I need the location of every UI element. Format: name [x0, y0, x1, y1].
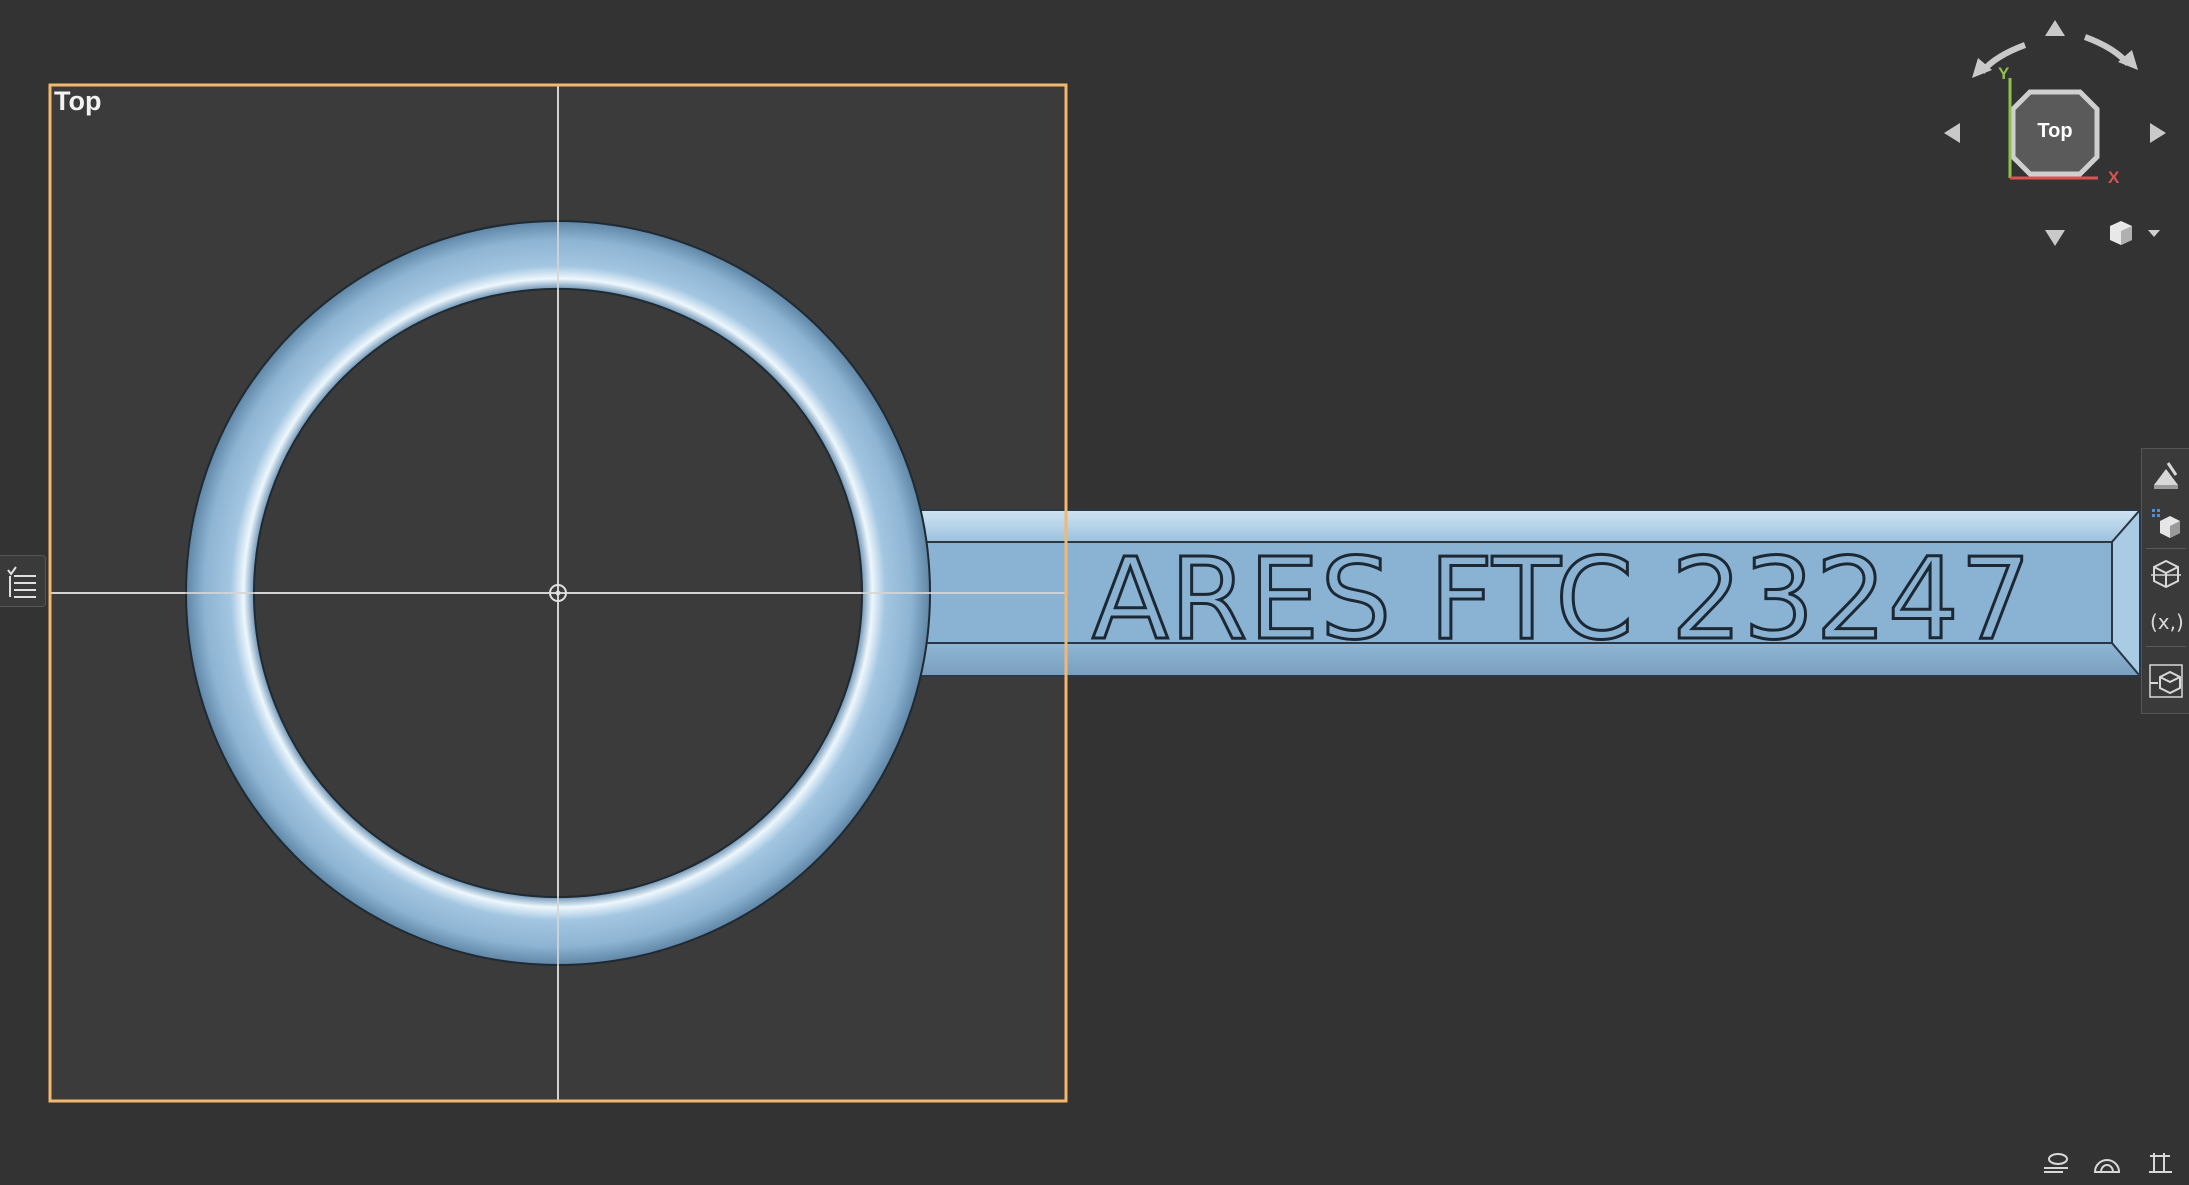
render-style-button[interactable] — [2146, 455, 2186, 495]
view-cube-menu-icon — [2110, 221, 2160, 245]
scene-tree-toggle-button[interactable] — [0, 555, 46, 607]
view-orientation-button[interactable] — [2146, 661, 2186, 701]
render-style-icon — [2154, 462, 2178, 489]
axis-y-label: Y — [1998, 64, 2010, 83]
section-view-button[interactable] — [2146, 553, 2186, 593]
grid-snap-button[interactable] — [2041, 1150, 2071, 1176]
axis-x-label: X — [2108, 168, 2120, 187]
display-mode-icon — [2152, 509, 2180, 538]
units-button[interactable] — [2146, 1150, 2176, 1176]
measure-coordinates-icon: (x,) — [2150, 610, 2184, 634]
dome-icon — [2094, 1159, 2120, 1173]
view-toolbar: (x,) — [2141, 448, 2189, 714]
display-mode-button[interactable] — [2146, 503, 2186, 543]
view-cube-face-label[interactable]: Top — [2018, 120, 2092, 143]
pan-up-arrow-icon — [2045, 20, 2065, 36]
list-icon — [7, 566, 36, 598]
viewport-label: Top — [54, 86, 102, 116]
svg-text:(x,): (x,) — [2150, 610, 2184, 634]
pan-down-arrow-icon — [2045, 230, 2065, 246]
pan-left-arrow-icon — [1944, 123, 1960, 143]
section-view-icon — [2151, 559, 2181, 589]
engraved-text: ARES FTC 23247 — [1092, 535, 2032, 665]
grid-snap-icon — [2044, 1153, 2068, 1173]
view-orientation-icon — [2149, 664, 2183, 698]
dome-button[interactable] — [2092, 1150, 2122, 1176]
units-icon — [2149, 1153, 2172, 1173]
measure-coordinates-button[interactable]: (x,) — [2146, 601, 2186, 641]
3d-viewport-scene[interactable]: ARES FTC 23247 — [0, 0, 2189, 1185]
pan-right-arrow-icon — [2150, 123, 2166, 143]
